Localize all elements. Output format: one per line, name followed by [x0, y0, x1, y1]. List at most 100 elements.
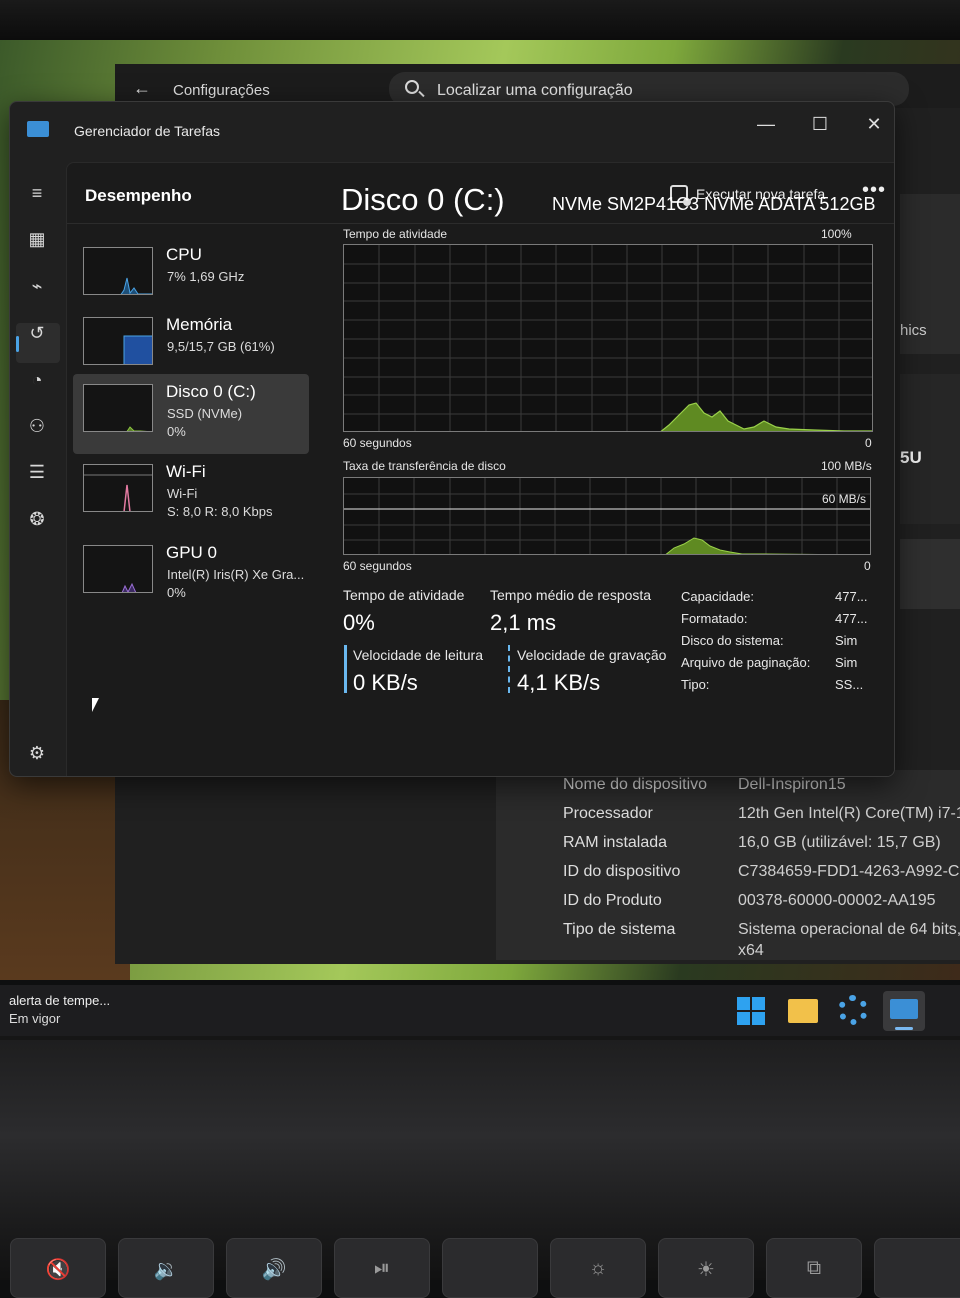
performance-pane: Desempenho Executar nova tarefa ••• CPU … [66, 162, 894, 776]
volume-down-key-icon: 🔉 [118, 1238, 214, 1298]
resource-stat: 7% 1,69 GHz [167, 269, 245, 284]
property-key: Arquivo de paginação: [681, 655, 811, 670]
read-speed-value: 0 KB/s [353, 670, 418, 695]
processes-icon[interactable]: ▦ [24, 226, 50, 252]
graph-max: 100 MB/s [821, 459, 872, 473]
property-key: Disco do sistema: [681, 633, 784, 648]
active-time-label: Tempo de atividade [343, 587, 465, 603]
resource-stat: SSD (NVMe) [167, 406, 243, 421]
spec-value[interactable]: 12th Gen Intel(R) Core(TM) i7-12 [738, 805, 960, 823]
graph-label: Tempo de atividade [343, 227, 448, 241]
active-time-value: 0% [343, 610, 375, 635]
disk-title: Disco 0 (C:) [341, 182, 505, 217]
search-placeholder: Localizar uma configuração [437, 82, 633, 99]
nav-active-indicator [16, 336, 19, 352]
settings-icon[interactable]: ⚙ [24, 740, 50, 766]
task-manager-window: Gerenciador de Tarefas — ☐ ✕ ≡ ▦ ⌁ ↺ ◔ ⚇… [9, 101, 895, 777]
spec-value[interactable]: 16,0 GB (utilizável: 15,7 GB) [738, 834, 941, 852]
resource-item-wifi[interactable]: Wi-Fi Wi-Fi S: 8,0 R: 8,0 Kbps [73, 454, 309, 534]
settings-title: Configurações [173, 82, 270, 99]
header-divider [67, 223, 894, 224]
weather-alert-status[interactable]: Em vigor [9, 1011, 60, 1026]
task-manager-app-icon [27, 121, 49, 137]
function-key [442, 1238, 538, 1298]
graph-max: 100% [821, 227, 852, 241]
task-manager-taskbar-button[interactable] [883, 991, 925, 1031]
resource-stat: Intel(R) Iris(R) Xe Gra... [167, 567, 305, 582]
hamburger-menu-icon[interactable]: ≡ [24, 180, 50, 206]
resource-name: CPU [166, 245, 202, 264]
settings-peek-text: hics [900, 322, 927, 339]
spec-value[interactable]: 00378-60000-00002-AA195 [738, 892, 936, 910]
active-app-indicator [895, 1027, 913, 1030]
spec-value[interactable]: C7384659-FDD1-4263-A992-C5 [738, 863, 960, 881]
file-explorer-icon[interactable] [788, 999, 818, 1023]
resource-item-gpu[interactable]: GPU 0 Intel(R) Iris(R) Xe Gra... 0% [73, 535, 309, 615]
graph-label: Taxa de transferência de disco [343, 459, 506, 473]
task-manager-icon [890, 999, 918, 1019]
write-speed-value: 4,1 KB/s [517, 670, 601, 695]
back-arrow-icon[interactable]: ← [133, 78, 151, 99]
resource-stat: Wi-Fi [167, 486, 198, 501]
details-icon[interactable]: ☰ [24, 459, 50, 485]
spec-value[interactable]: x64 [738, 942, 764, 960]
resource-name: GPU 0 [166, 543, 218, 562]
windows-start-icon[interactable] [737, 997, 765, 1025]
page-title: Desempenho [85, 186, 192, 205]
settings-card-peek [900, 539, 960, 609]
close-button[interactable]: ✕ [852, 108, 894, 140]
property-key: Tipo: [681, 677, 710, 692]
graph-xlabel: 60 segundos [343, 436, 412, 450]
write-speed-marker [508, 645, 510, 693]
spec-label: Tipo de sistema [563, 921, 676, 938]
minimize-button[interactable]: — [744, 108, 788, 140]
resource-stat: S: 8,0 R: 8,0 Kbps [167, 504, 273, 519]
mute-key-icon: 🔇 [10, 1238, 106, 1298]
resource-name: Disco 0 (C:) [166, 382, 256, 401]
spec-value[interactable]: Sistema operacional de 64 bits, [738, 921, 960, 939]
spec-label: RAM instalada [563, 834, 668, 851]
spec-value[interactable]: Dell-Inspiron15 [738, 776, 846, 794]
resource-stat: 0% [167, 585, 186, 600]
property-value: 477... [835, 611, 868, 626]
resource-item-disk[interactable]: Disco 0 (C:) SSD (NVMe) 0% [73, 374, 309, 454]
brightness-down-key-icon: ☼ [550, 1238, 646, 1298]
mouse-pointer-icon [92, 698, 106, 712]
app-history-icon[interactable]: ↺ [24, 320, 50, 346]
maximize-button[interactable]: ☐ [798, 108, 842, 140]
response-time-value: 2,1 ms [490, 610, 557, 635]
property-value: 477... [835, 589, 868, 604]
graph-reference-line-label: 60 MB/s [822, 492, 867, 506]
performance-icon[interactable]: ⌁ [24, 273, 50, 299]
write-speed-label: Velocidade de gravação [517, 647, 667, 663]
settings-peek-text: 5U [900, 448, 922, 467]
property-value: Sim [835, 633, 858, 648]
resource-item-cpu[interactable]: CPU 7% 1,69 GHz [73, 237, 309, 317]
weather-alert-title[interactable]: alerta de tempe... [9, 993, 110, 1008]
play-pause-key-icon: ⏯ [334, 1238, 430, 1298]
disk-model: NVMe SM2P41C3 NVMe ADATA 512GB [552, 194, 876, 214]
property-key: Formatado: [681, 611, 748, 626]
settings-gear-icon[interactable] [838, 995, 868, 1025]
active-time-graph [343, 244, 873, 432]
project-display-key-icon: ⧉ [766, 1238, 862, 1298]
property-key: Capacidade: [681, 589, 754, 604]
startup-apps-icon[interactable]: ◔ [24, 367, 50, 393]
memory-thumbnail-graph [83, 317, 153, 365]
read-speed-label: Velocidade de leitura [353, 647, 483, 663]
spec-label: Processador [563, 805, 653, 822]
spec-label: Nome do dispositivo [563, 776, 708, 793]
disk-thumbnail-graph [83, 384, 153, 432]
cpu-thumbnail-graph [83, 247, 153, 295]
services-icon[interactable]: ❂ [24, 506, 50, 532]
gpu-thumbnail-graph [83, 545, 153, 593]
resource-stat: 0% [167, 424, 186, 439]
window-title: Gerenciador de Tarefas [74, 123, 221, 139]
spec-label: ID do dispositivo [563, 863, 681, 880]
read-speed-marker [344, 645, 347, 693]
graph-xlabel: 60 segundos [343, 559, 412, 573]
navigation-sidebar: ≡ ▦ ⌁ ↺ ◔ ⚇ ☰ ❂ ⚙ [10, 162, 66, 776]
resource-name: Wi-Fi [166, 462, 206, 481]
users-icon[interactable]: ⚇ [24, 413, 50, 439]
transfer-rate-graph [343, 477, 871, 555]
